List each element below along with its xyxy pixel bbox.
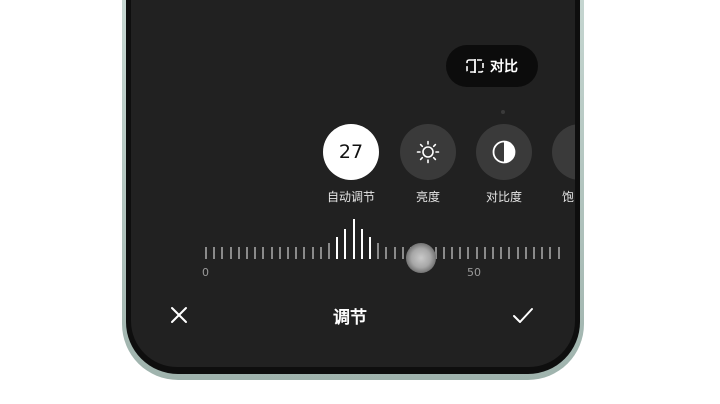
contrast-icon	[492, 140, 516, 164]
tool-contrast[interactable]: 对比度	[476, 124, 532, 205]
tool-label: 亮度	[415, 190, 440, 204]
auto-adjust-value: 27	[338, 141, 364, 163]
brightness-icon	[416, 140, 440, 164]
tool-brightness[interactable]: 亮度	[400, 124, 456, 205]
tool-label: 饱	[562, 190, 575, 204]
contrast-circle[interactable]	[476, 124, 532, 180]
auto-adjust-circle[interactable]: 27	[323, 124, 379, 180]
check-icon[interactable]	[510, 302, 536, 328]
page-title: 调节	[333, 308, 367, 328]
compare-button[interactable]: 对比	[446, 45, 538, 87]
indicator-dot	[501, 110, 505, 114]
brightness-circle[interactable]	[400, 124, 456, 180]
split-compare-icon	[466, 59, 484, 73]
slider-mid-label: 50	[467, 266, 481, 279]
compare-label: 对比	[490, 59, 518, 75]
tool-saturation-partial[interactable]: 饱	[552, 124, 575, 205]
close-icon[interactable]	[166, 302, 192, 328]
slider-min-label: 0	[202, 266, 209, 279]
tool-auto-adjust[interactable]: 27 自动调节	[323, 124, 379, 205]
slider-knob[interactable]	[406, 243, 436, 273]
partial-tool-circle[interactable]	[552, 124, 575, 180]
tool-label: 自动调节	[326, 190, 375, 204]
tool-label: 对比度	[485, 190, 522, 204]
